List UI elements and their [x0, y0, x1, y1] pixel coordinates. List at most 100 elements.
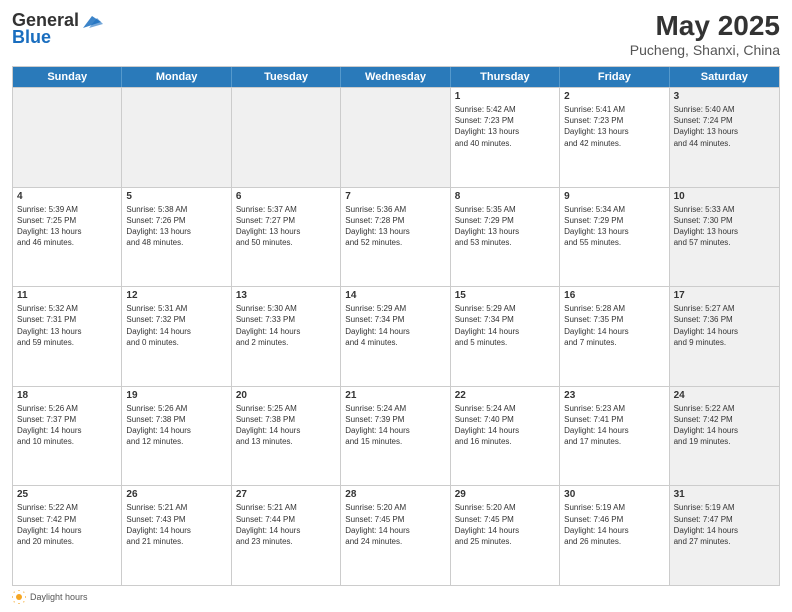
cal-row: 18Sunrise: 5:26 AM Sunset: 7:37 PM Dayli… — [13, 386, 779, 486]
cal-cell: 25Sunrise: 5:22 AM Sunset: 7:42 PM Dayli… — [13, 486, 122, 585]
cell-info: Sunrise: 5:33 AM Sunset: 7:30 PM Dayligh… — [674, 204, 775, 249]
cell-info: Sunrise: 5:31 AM Sunset: 7:32 PM Dayligh… — [126, 303, 226, 348]
cal-cell: 27 Sunrise: 5:21 AM Sunset: 7:44 PM Dayli… — [232, 486, 341, 585]
day-number: 27 — [236, 489, 336, 500]
day-number: 6 — [236, 191, 336, 202]
cell-info: Sunrise: 5:30 AM Sunset: 7:33 PM Dayligh… — [236, 303, 336, 348]
cal-cell: 18Sunrise: 5:26 AM Sunset: 7:37 PM Dayli… — [13, 387, 122, 486]
day-number: 9 — [564, 191, 664, 202]
cell-info: Sunrise: 5:35 AM Sunset: 7:29 PM Dayligh… — [455, 204, 555, 249]
cell-info: Sunrise: 5:29 AM Sunset: 7:34 PM Dayligh… — [345, 303, 445, 348]
cell-info: Sunrise: 5:23 AM Sunset: 7:41 PM Dayligh… — [564, 403, 664, 448]
cell-info: Sunrise: 5:29 AM Sunset: 7:34 PM Dayligh… — [455, 303, 555, 348]
day-number: 28 — [345, 489, 445, 500]
cal-cell — [341, 88, 450, 187]
cell-info: Sunrise: 5:19 AM Sunset: 7:47 PM Dayligh… — [674, 502, 775, 547]
cell-info: Sunrise: 5:19 AM Sunset: 7:46 PM Dayligh… — [564, 502, 664, 547]
page-container: General Blue May 2025 Pucheng, Shanxi, C… — [0, 0, 792, 612]
cell-info: Sunrise: 5:34 AM Sunset: 7:29 PM Dayligh… — [564, 204, 664, 249]
cal-cell: 7 Sunrise: 5:36 AM Sunset: 7:28 PM Daylig… — [341, 188, 450, 287]
cal-header-cell: Friday — [560, 67, 669, 87]
day-number: 25 — [17, 489, 117, 500]
cal-cell: 14 Sunrise: 5:29 AM Sunset: 7:34 PM Dayli… — [341, 287, 450, 386]
cell-info: Sunrise: 5:27 AM Sunset: 7:36 PM Dayligh… — [674, 303, 775, 348]
cal-row: 4 Sunrise: 5:39 AM Sunset: 7:25 PM Daylig… — [13, 187, 779, 287]
day-number: 31 — [674, 489, 775, 500]
cell-info: Sunrise: 5:22 AM Sunset: 7:42 PM Dayligh… — [674, 403, 775, 448]
day-number: 7 — [345, 191, 445, 202]
cal-cell: 30 Sunrise: 5:19 AM Sunset: 7:46 PM Dayli… — [560, 486, 669, 585]
cal-header-cell: Wednesday — [341, 67, 450, 87]
cal-cell: 2Sunrise: 5:41 AM Sunset: 7:23 PM Daylig… — [560, 88, 669, 187]
cal-row: 1 Sunrise: 5:42 AM Sunset: 7:23 PM Daylig… — [13, 87, 779, 187]
day-number: 14 — [345, 290, 445, 301]
footer: Daylight hours — [12, 590, 780, 604]
cal-cell: 26 Sunrise: 5:21 AM Sunset: 7:43 PM Dayli… — [122, 486, 231, 585]
cal-row: 25Sunrise: 5:22 AM Sunset: 7:42 PM Dayli… — [13, 485, 779, 585]
day-number: 1 — [455, 91, 555, 102]
cal-cell: 4 Sunrise: 5:39 AM Sunset: 7:25 PM Daylig… — [13, 188, 122, 287]
cal-cell: 16 Sunrise: 5:28 AM Sunset: 7:35 PM Dayli… — [560, 287, 669, 386]
cal-cell: 9 Sunrise: 5:34 AM Sunset: 7:29 PM Daylig… — [560, 188, 669, 287]
cal-cell: 10Sunrise: 5:33 AM Sunset: 7:30 PM Dayli… — [670, 188, 779, 287]
day-number: 30 — [564, 489, 664, 500]
cal-cell: 3Sunrise: 5:40 AM Sunset: 7:24 PM Daylig… — [670, 88, 779, 187]
cal-cell: 31 Sunrise: 5:19 AM Sunset: 7:47 PM Dayli… — [670, 486, 779, 585]
cell-info: Sunrise: 5:41 AM Sunset: 7:23 PM Dayligh… — [564, 104, 664, 149]
day-number: 12 — [126, 290, 226, 301]
cal-cell: 19Sunrise: 5:26 AM Sunset: 7:38 PM Dayli… — [122, 387, 231, 486]
cell-info: Sunrise: 5:39 AM Sunset: 7:25 PM Dayligh… — [17, 204, 117, 249]
cell-info: Sunrise: 5:20 AM Sunset: 7:45 PM Dayligh… — [345, 502, 445, 547]
cal-cell: 17 Sunrise: 5:27 AM Sunset: 7:36 PM Dayli… — [670, 287, 779, 386]
day-number: 4 — [17, 191, 117, 202]
cal-cell — [122, 88, 231, 187]
cell-info: Sunrise: 5:21 AM Sunset: 7:44 PM Dayligh… — [236, 502, 336, 547]
cell-info: Sunrise: 5:38 AM Sunset: 7:26 PM Dayligh… — [126, 204, 226, 249]
calendar: SundayMondayTuesdayWednesdayThursdayFrid… — [12, 66, 780, 586]
cal-cell: 20Sunrise: 5:25 AM Sunset: 7:38 PM Dayli… — [232, 387, 341, 486]
month-title: May 2025 — [630, 10, 780, 42]
logo-icon — [81, 14, 103, 30]
cell-info: Sunrise: 5:25 AM Sunset: 7:38 PM Dayligh… — [236, 403, 336, 448]
cal-cell: 13 Sunrise: 5:30 AM Sunset: 7:33 PM Dayli… — [232, 287, 341, 386]
cell-info: Sunrise: 5:32 AM Sunset: 7:31 PM Dayligh… — [17, 303, 117, 348]
day-number: 8 — [455, 191, 555, 202]
cal-cell: 23 Sunrise: 5:23 AM Sunset: 7:41 PM Dayli… — [560, 387, 669, 486]
logo-blue: Blue — [12, 27, 51, 48]
cell-info: Sunrise: 5:24 AM Sunset: 7:39 PM Dayligh… — [345, 403, 445, 448]
cal-cell — [13, 88, 122, 187]
day-number: 24 — [674, 390, 775, 401]
title-block: May 2025 Pucheng, Shanxi, China — [630, 10, 780, 58]
cal-cell: 29Sunrise: 5:20 AM Sunset: 7:45 PM Dayli… — [451, 486, 560, 585]
day-number: 29 — [455, 489, 555, 500]
day-number: 26 — [126, 489, 226, 500]
cal-cell — [232, 88, 341, 187]
cell-info: Sunrise: 5:21 AM Sunset: 7:43 PM Dayligh… — [126, 502, 226, 547]
cal-row: 11Sunrise: 5:32 AM Sunset: 7:31 PM Dayli… — [13, 286, 779, 386]
logo: General Blue — [12, 10, 103, 48]
day-number: 21 — [345, 390, 445, 401]
cal-cell: 15 Sunrise: 5:29 AM Sunset: 7:34 PM Dayli… — [451, 287, 560, 386]
cal-cell: 21 Sunrise: 5:24 AM Sunset: 7:39 PM Dayli… — [341, 387, 450, 486]
day-number: 13 — [236, 290, 336, 301]
cell-info: Sunrise: 5:36 AM Sunset: 7:28 PM Dayligh… — [345, 204, 445, 249]
cal-header-cell: Tuesday — [232, 67, 341, 87]
day-number: 16 — [564, 290, 664, 301]
day-number: 15 — [455, 290, 555, 301]
cell-info: Sunrise: 5:37 AM Sunset: 7:27 PM Dayligh… — [236, 204, 336, 249]
calendar-body: 1 Sunrise: 5:42 AM Sunset: 7:23 PM Daylig… — [13, 87, 779, 585]
day-number: 22 — [455, 390, 555, 401]
cal-cell: 8 Sunrise: 5:35 AM Sunset: 7:29 PM Daylig… — [451, 188, 560, 287]
cell-info: Sunrise: 5:28 AM Sunset: 7:35 PM Dayligh… — [564, 303, 664, 348]
location-title: Pucheng, Shanxi, China — [630, 42, 780, 58]
day-number: 19 — [126, 390, 226, 401]
day-number: 23 — [564, 390, 664, 401]
page-header: General Blue May 2025 Pucheng, Shanxi, C… — [12, 10, 780, 58]
footer-note-text: Daylight hours — [30, 592, 88, 602]
cell-info: Sunrise: 5:26 AM Sunset: 7:37 PM Dayligh… — [17, 403, 117, 448]
cell-info: Sunrise: 5:40 AM Sunset: 7:24 PM Dayligh… — [674, 104, 775, 149]
cell-info: Sunrise: 5:42 AM Sunset: 7:23 PM Dayligh… — [455, 104, 555, 149]
cal-cell: 22Sunrise: 5:24 AM Sunset: 7:40 PM Dayli… — [451, 387, 560, 486]
day-number: 17 — [674, 290, 775, 301]
cal-header-cell: Monday — [122, 67, 231, 87]
